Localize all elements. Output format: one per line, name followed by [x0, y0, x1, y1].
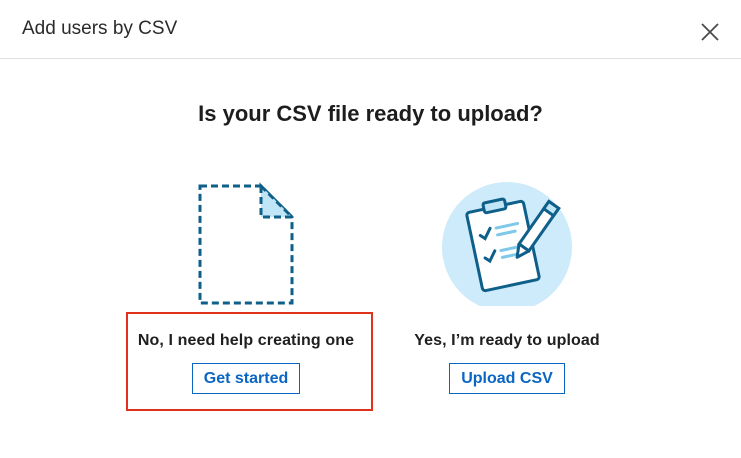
close-icon [701, 23, 719, 41]
dialog-title: Add users by CSV [22, 18, 178, 39]
close-button[interactable] [697, 19, 723, 45]
dialog-header: Add users by CSV [0, 0, 741, 59]
illustration-left [121, 176, 371, 306]
get-started-button[interactable]: Get started [191, 363, 301, 394]
option-need-help: No, I need help creating one Get started [121, 176, 371, 394]
option-label-need-help: No, I need help creating one [137, 332, 355, 349]
dashed-document-icon [198, 182, 296, 305]
illustration-right [382, 176, 632, 312]
page-question: Is your CSV file ready to upload? [198, 101, 543, 126]
clipboard-checklist-icon [442, 182, 572, 312]
upload-csv-button[interactable]: Upload CSV [449, 363, 565, 394]
option-label-ready: Yes, I’m ready to upload [414, 332, 600, 349]
option-ready-upload: Yes, I’m ready to upload Upload CSV [382, 176, 632, 394]
